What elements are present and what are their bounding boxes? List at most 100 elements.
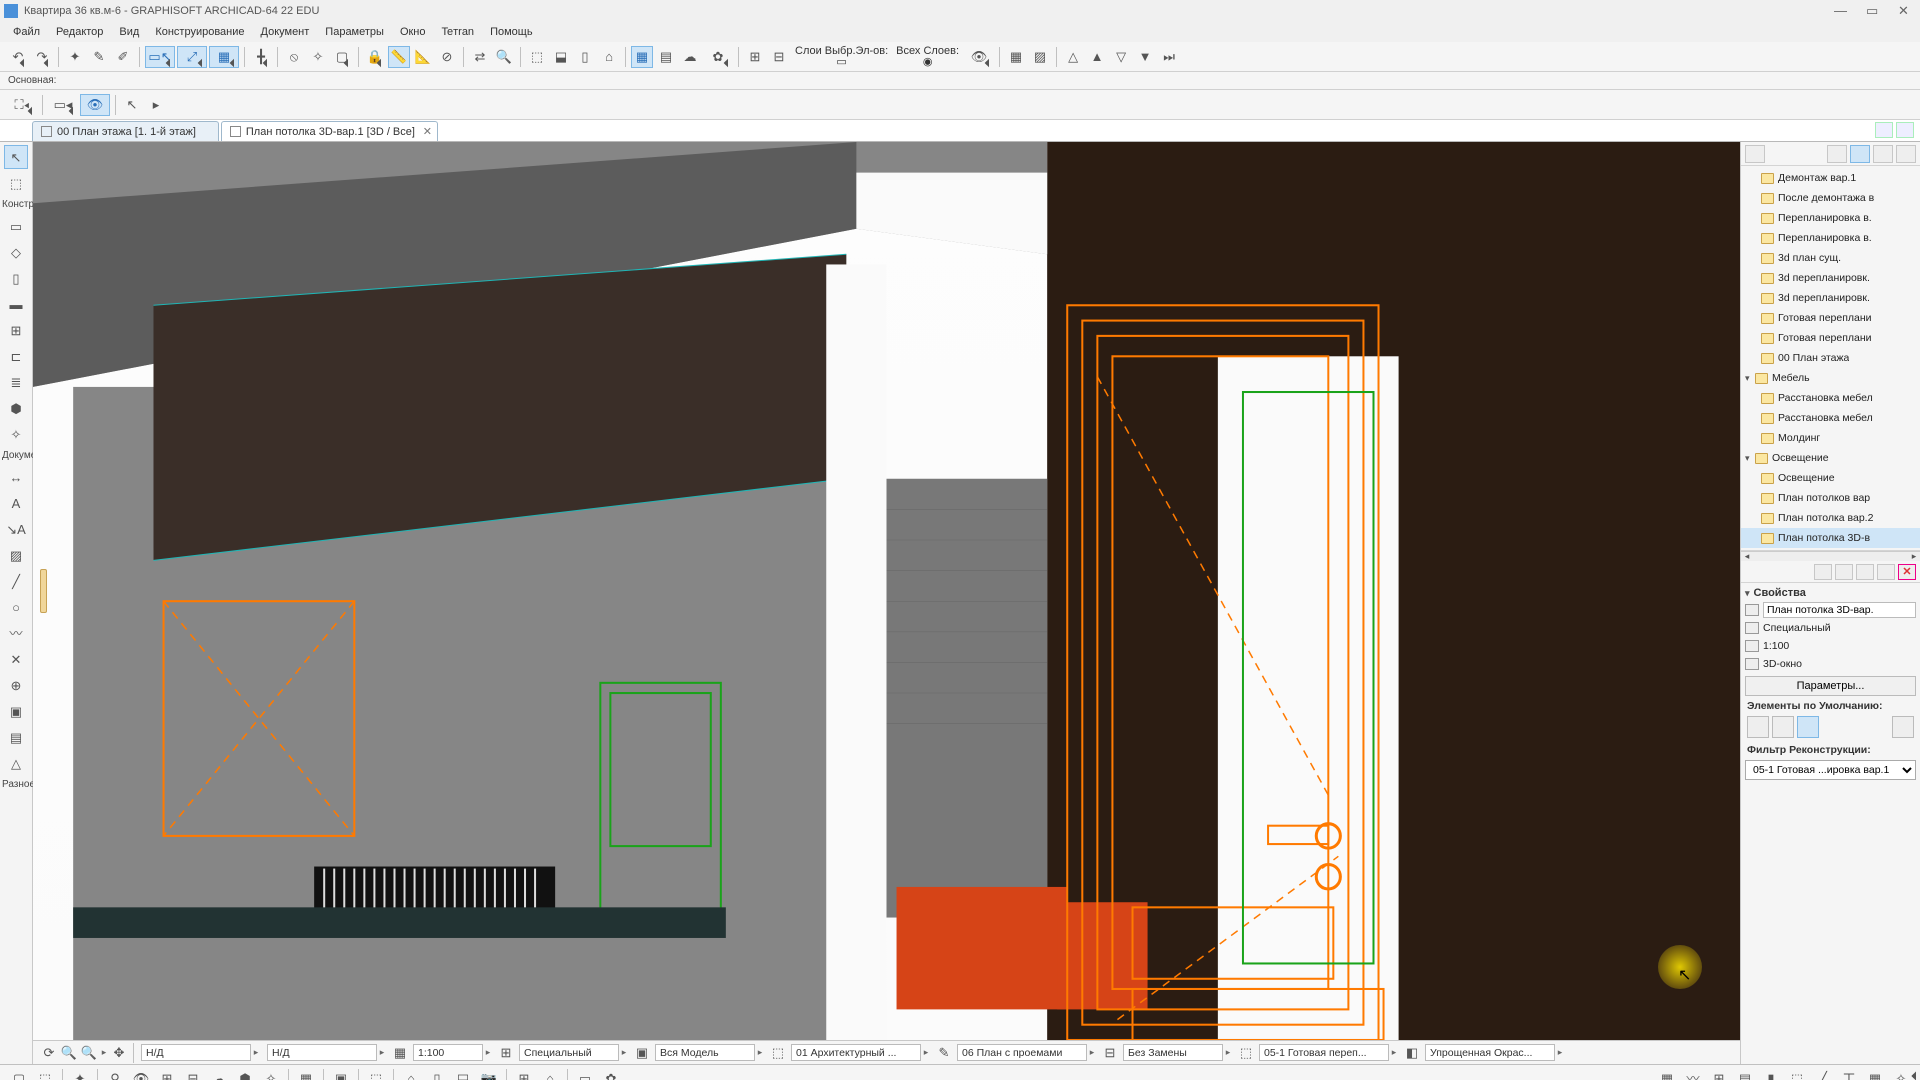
pick-button[interactable]: ✦: [64, 46, 86, 68]
bsr-btn10[interactable]: ✧: [1890, 1068, 1912, 1080]
menu-window[interactable]: Окно: [393, 24, 433, 40]
qb-coord1-input[interactable]: [141, 1044, 251, 1061]
tree-toggle-icon[interactable]: ▾: [1745, 453, 1755, 464]
favorite-button[interactable]: ✿: [703, 46, 733, 68]
bs-btn21[interactable]: ✿: [600, 1068, 622, 1080]
bs-btn3[interactable]: ✦: [69, 1068, 91, 1080]
bs-btn13[interactable]: ⬚: [365, 1068, 387, 1080]
tree-item[interactable]: План потолка вар.2: [1741, 508, 1920, 528]
qb-combo4-drop[interactable]: ▸: [1087, 1047, 1097, 1058]
qb-combo3-input[interactable]: [791, 1044, 921, 1061]
bs-btn14[interactable]: ⌂: [400, 1068, 422, 1080]
stair-tool[interactable]: ≣: [4, 370, 28, 394]
tree-item[interactable]: 3d перепланировк.: [1741, 288, 1920, 308]
bs-btn18[interactable]: ⊞: [513, 1068, 535, 1080]
qb-combo3-drop[interactable]: ▸: [921, 1047, 931, 1058]
column-tool[interactable]: ▯: [4, 266, 28, 290]
window-tool[interactable]: ⊞: [4, 318, 28, 342]
minimize-button[interactable]: —: [1834, 6, 1844, 16]
menu-edit[interactable]: Редактор: [49, 24, 110, 40]
tree-item[interactable]: 3d перепланировк.: [1741, 268, 1920, 288]
section-button[interactable]: ⬓: [550, 46, 572, 68]
group-button[interactable]: ▦: [1005, 46, 1027, 68]
eyedropper-button[interactable]: ✎: [88, 46, 110, 68]
tree-item[interactable]: План потолка 3D-в: [1741, 528, 1920, 548]
door-tool[interactable]: ⊏: [4, 344, 28, 368]
cancel-guide-button[interactable]: ⊘: [436, 46, 458, 68]
bs-btn19[interactable]: ⌂: [539, 1068, 561, 1080]
bsr-btn7[interactable]: ╱: [1812, 1068, 1834, 1080]
bs-btn9[interactable]: ⬢: [234, 1068, 256, 1080]
qb-combo4-icon[interactable]: ✎: [935, 1044, 953, 1062]
qb-combo5-input[interactable]: [1123, 1044, 1223, 1061]
menu-design[interactable]: Конструирование: [148, 24, 251, 40]
layers1-button[interactable]: ⊞: [744, 46, 766, 68]
qb-refresh-button[interactable]: ⟳: [40, 1044, 58, 1062]
bs-btn4[interactable]: ⚲: [104, 1068, 126, 1080]
qb-pan-button[interactable]: ✥: [110, 1044, 128, 1062]
qb-combo2-input[interactable]: [655, 1044, 755, 1061]
nav-arrow-button[interactable]: ↖: [121, 94, 143, 116]
tree-item[interactable]: Расстановка мебел: [1741, 388, 1920, 408]
nav-layout-icon[interactable]: [1873, 145, 1893, 163]
qb-combo7-input[interactable]: [1425, 1044, 1555, 1061]
tab-3dview[interactable]: План потолка 3D-вар.1 [3D / Все] ✕: [221, 121, 438, 141]
qb-zoom-button[interactable]: 🔍: [60, 1044, 78, 1062]
dn1-button[interactable]: ▽: [1110, 46, 1132, 68]
qb-combo1-drop[interactable]: ▸: [619, 1047, 629, 1058]
home-button[interactable]: ⌂: [598, 46, 620, 68]
nav-home-icon[interactable]: [1827, 145, 1847, 163]
arrow-mode-button[interactable]: ▭↖: [145, 46, 175, 68]
default-btn3[interactable]: [1797, 716, 1819, 738]
mid-btn1[interactable]: [1814, 564, 1832, 580]
qb-combo6-input[interactable]: [1259, 1044, 1389, 1061]
grid-button[interactable]: ╋: [250, 46, 272, 68]
magic-wand-button[interactable]: ✧: [307, 46, 329, 68]
menu-help[interactable]: Помощь: [483, 24, 540, 40]
object-tool[interactable]: ⬢: [4, 396, 28, 420]
tree-item[interactable]: Готовая переплани: [1741, 308, 1920, 328]
qb-zoom2-button[interactable]: 🔍: [80, 1044, 98, 1062]
arrow-tool[interactable]: ↖: [4, 145, 28, 169]
bs-btn12[interactable]: ▣: [330, 1068, 352, 1080]
qb-coord2-input[interactable]: [267, 1044, 377, 1061]
tree-item[interactable]: Перепланировка в.: [1741, 208, 1920, 228]
marquee-tool[interactable]: ⬚: [4, 171, 28, 195]
nav-viewmap-icon[interactable]: [1850, 145, 1870, 163]
measure-button[interactable]: 📐: [412, 46, 434, 68]
maximize-button[interactable]: ▭: [1866, 6, 1876, 16]
bsr-btn1[interactable]: ▦: [1656, 1068, 1678, 1080]
qb-coord1-drop[interactable]: ▸: [251, 1047, 261, 1058]
nav-layout-button[interactable]: ▭◂: [48, 94, 78, 116]
align-button[interactable]: ⇄: [469, 46, 491, 68]
mid-btn2[interactable]: [1835, 564, 1853, 580]
tab-floorplan[interactable]: 00 План этажа [1. 1-й этаж]: [32, 121, 219, 141]
cloud-button[interactable]: ☁: [679, 46, 701, 68]
suspend-button[interactable]: ⦸: [283, 46, 305, 68]
qb-scale-icon[interactable]: ▦: [391, 1044, 409, 1062]
bs-btn10[interactable]: ✧: [260, 1068, 282, 1080]
menu-options[interactable]: Параметры: [318, 24, 391, 40]
prop-name-input[interactable]: [1763, 602, 1916, 618]
bs-btn15[interactable]: ▯: [426, 1068, 448, 1080]
bsr-btn3[interactable]: ⊞: [1708, 1068, 1730, 1080]
show-layers-button[interactable]: 👁: [964, 46, 994, 68]
box-button[interactable]: ▢: [331, 46, 353, 68]
tree-item[interactable]: Молдинг: [1741, 428, 1920, 448]
ungroup-button[interactable]: ▨: [1029, 46, 1051, 68]
nav-project-button[interactable]: [1745, 145, 1765, 163]
3d-viewport[interactable]: ↖: [33, 142, 1740, 1040]
redo-button[interactable]: ↷: [31, 46, 53, 68]
bs-btn5[interactable]: 👁: [130, 1068, 152, 1080]
nav-more-button[interactable]: ▸: [145, 94, 167, 116]
tab-close-button[interactable]: ✕: [423, 125, 432, 138]
hotspot-tool[interactable]: ✕: [4, 647, 28, 671]
dimension-tool[interactable]: ↔: [4, 465, 28, 489]
mid-btn4[interactable]: [1877, 564, 1895, 580]
qb-combo2-drop[interactable]: ▸: [755, 1047, 765, 1058]
qb-combo6-icon[interactable]: ⬚: [1237, 1044, 1255, 1062]
wall-tool[interactable]: ▭: [4, 214, 28, 238]
intersect-mode-button[interactable]: ⤢: [177, 46, 207, 68]
bsr-btn6[interactable]: ⬚: [1786, 1068, 1808, 1080]
qb-coord2-drop[interactable]: ▸: [377, 1047, 387, 1058]
